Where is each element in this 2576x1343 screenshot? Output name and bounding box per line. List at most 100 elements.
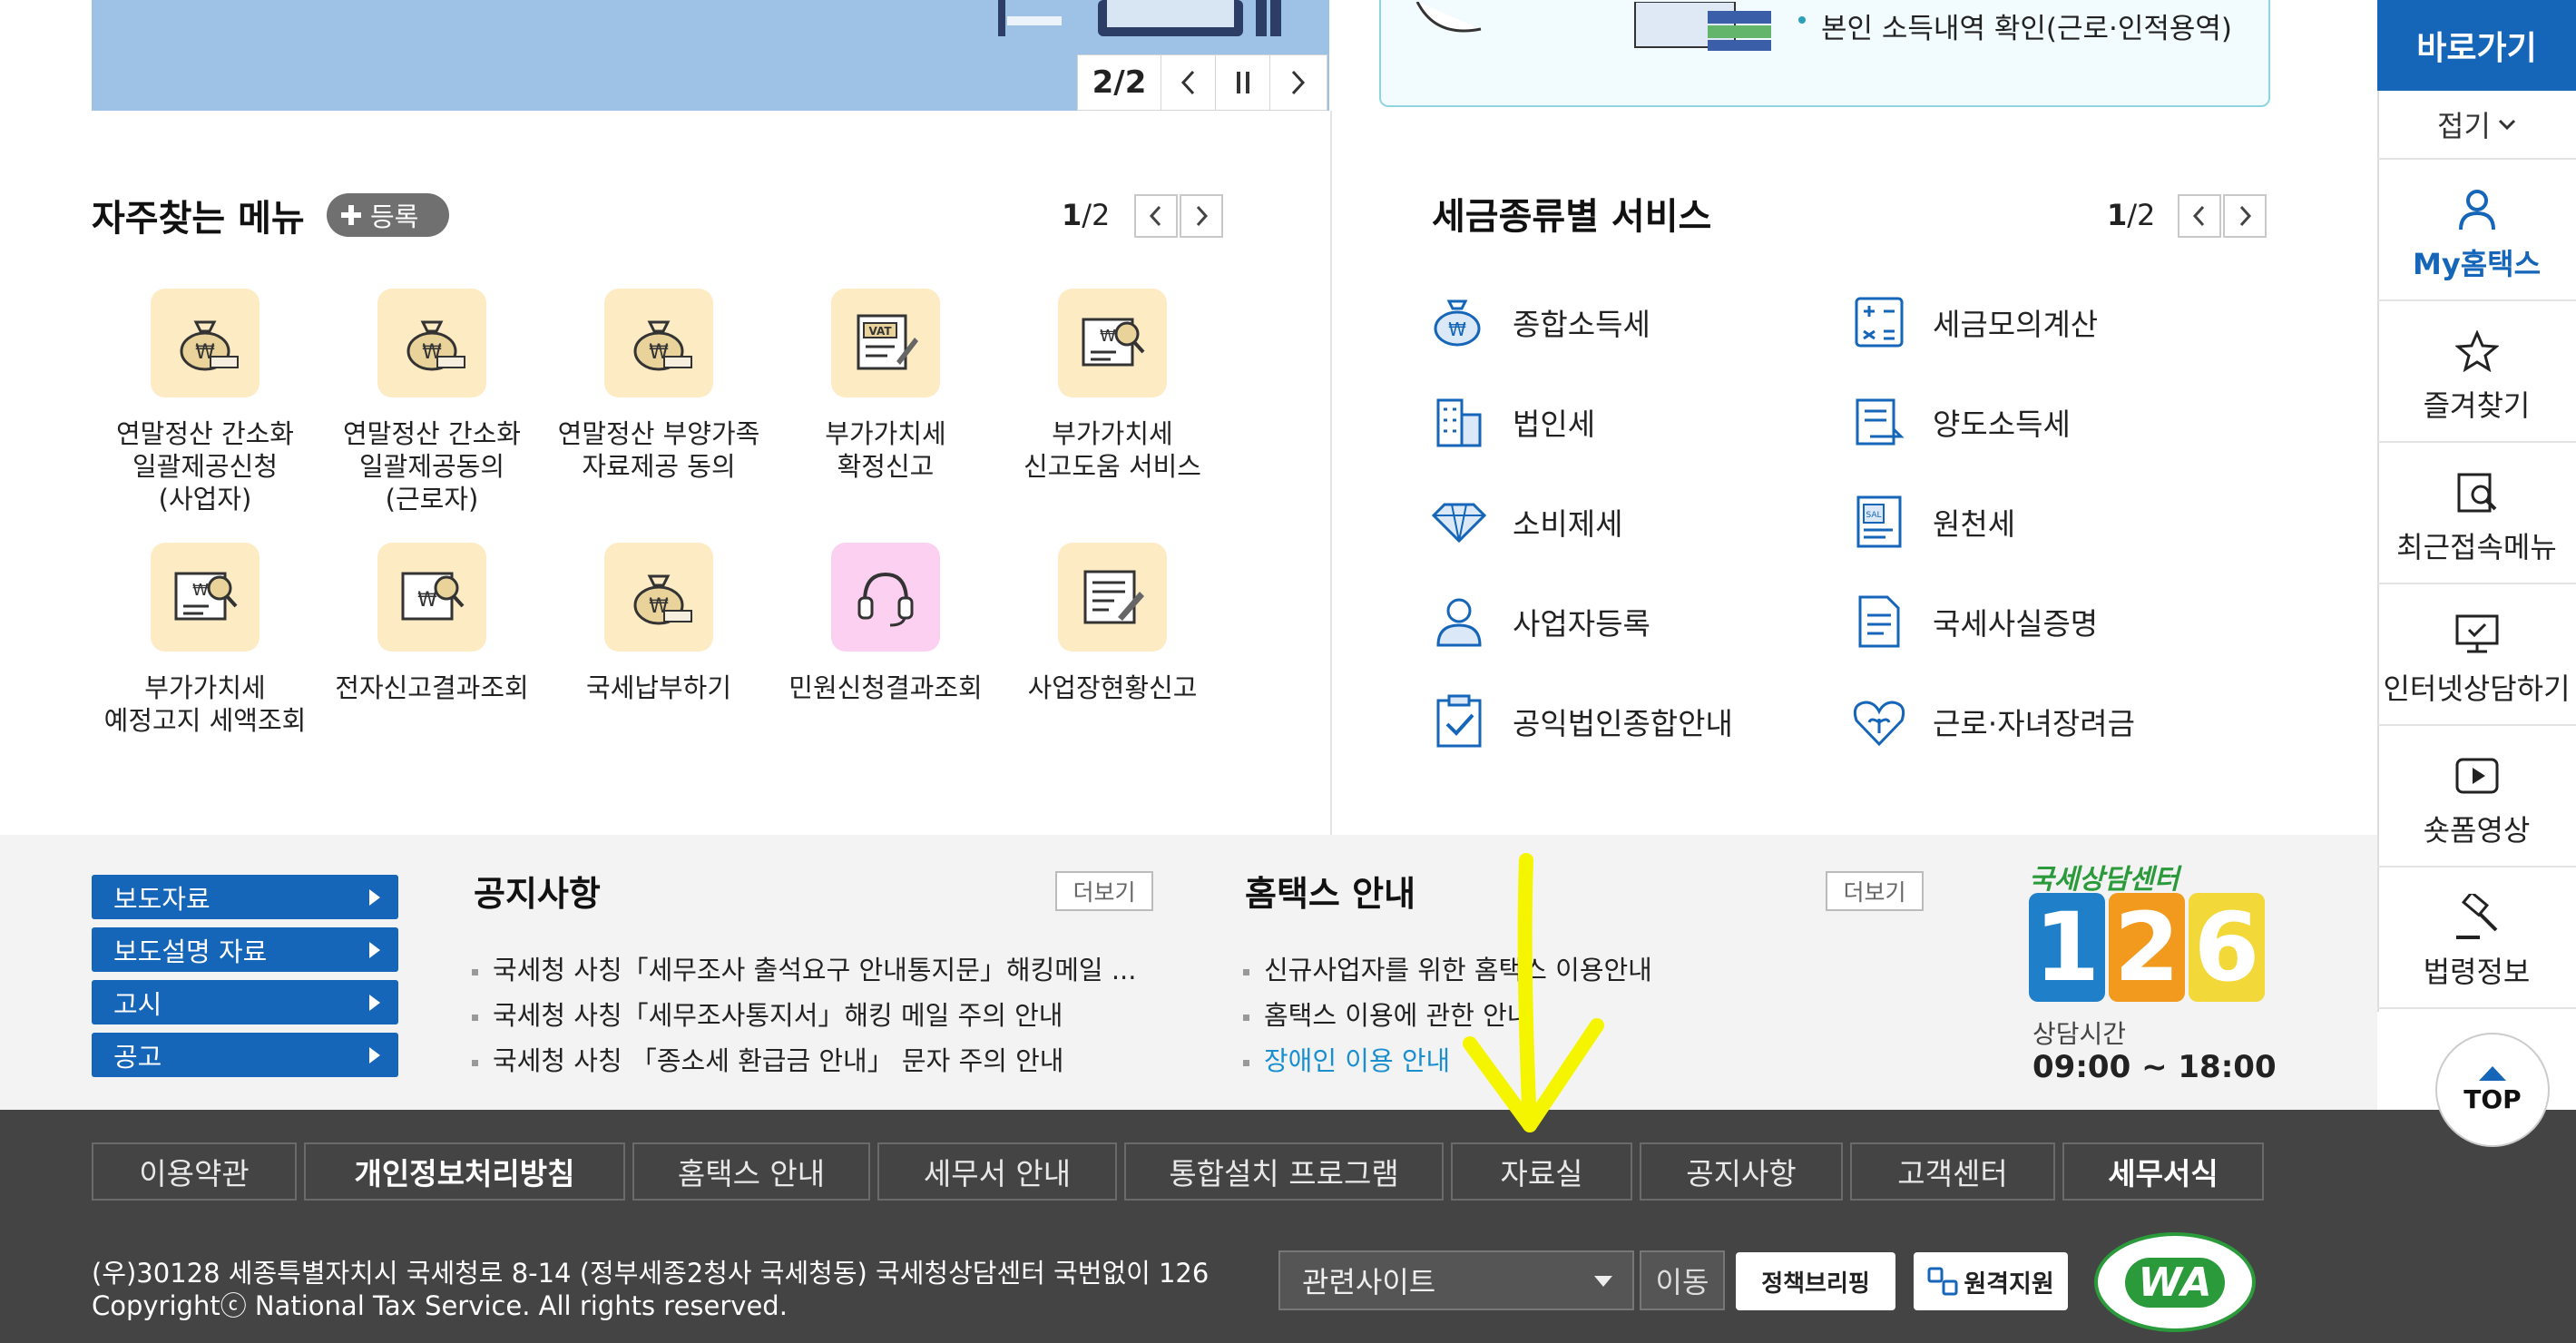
- svg-text:₩: ₩: [192, 581, 209, 600]
- tax-service-label: 법인세: [1513, 407, 1596, 442]
- banner-pause-button[interactable]: [1216, 55, 1270, 110]
- quick-bar-title: 바로가기: [2377, 0, 2576, 91]
- press-release-link[interactable]: 보도자료: [92, 875, 398, 919]
- frequent-menu-item[interactable]: ₩ 연말정산 부양가족 자료제공 동의: [550, 289, 768, 483]
- footer-nav-terms[interactable]: 이용약관: [92, 1142, 297, 1201]
- tax-services-title: 세금종류별 서비스: [1432, 196, 1712, 238]
- caret-right-icon: [369, 1047, 380, 1064]
- quick-short-video[interactable]: 숏폼영상: [2377, 726, 2576, 868]
- tax-service-item[interactable]: 사업자등록: [1427, 590, 1650, 653]
- related-site-go-button[interactable]: 이동: [1640, 1250, 1725, 1310]
- star-icon: [2453, 327, 2502, 376]
- salary-document-icon: SAL: [1847, 490, 1911, 554]
- quick-my-hometax[interactable]: My홈택스: [2377, 160, 2576, 301]
- frequent-menu-item[interactable]: 민원신청결과조회: [777, 543, 994, 704]
- announcement-link[interactable]: 공고: [92, 1033, 398, 1077]
- quick-bar-collapse-button[interactable]: 접기: [2377, 91, 2576, 160]
- frequent-menu-item[interactable]: ₩ 연말정산 간소화 일괄제공신청 (사업자): [96, 289, 314, 515]
- notification-link[interactable]: 고시: [92, 980, 398, 1024]
- tax-services-next-button[interactable]: [2223, 194, 2267, 238]
- remote-support-button[interactable]: 원격지원: [1914, 1252, 2068, 1310]
- money-bag-icon: ₩: [377, 289, 486, 397]
- tax-service-item[interactable]: 양도소득세: [1847, 390, 2071, 454]
- money-bag-icon: ₩: [604, 289, 713, 397]
- frequent-menu-page: 1/2: [1062, 198, 1110, 232]
- banner-prev-button[interactable]: [1161, 55, 1216, 110]
- frequent-menu-item[interactable]: ₩ 전자신고결과조회: [323, 543, 541, 704]
- frequent-menu-item[interactable]: 사업장현황신고: [1004, 543, 1221, 704]
- call-center-number[interactable]: 1 2 6 126: [2029, 893, 2268, 1002]
- chevron-left-icon: [1180, 70, 1194, 95]
- notices-more-button[interactable]: 더보기: [1055, 871, 1153, 911]
- vat-document-icon: VAT: [831, 289, 940, 397]
- tax-service-item[interactable]: 세금모의계산: [1847, 290, 2098, 354]
- quick-online-consult[interactable]: 인터넷상담하기: [2377, 584, 2576, 726]
- frequent-menu-next-button[interactable]: [1180, 194, 1223, 238]
- frequent-menu-label: 국세납부하기: [585, 672, 732, 703]
- footer-nav-customer-center[interactable]: 고객센터: [1850, 1142, 2055, 1201]
- frequent-menu-item[interactable]: ₩ 국세납부하기: [550, 543, 768, 704]
- banner-next-button[interactable]: [1270, 55, 1325, 110]
- scroll-top-button[interactable]: TOP: [2435, 1033, 2550, 1147]
- frequent-menu-item[interactable]: ₩ 부가가치세 예정고지 세액조회: [96, 543, 314, 737]
- notice-item[interactable]: 국세청 사칭「세무조사 출석요구 안내통지문」해킹메일 ...: [472, 949, 1137, 987]
- headset-icon: [831, 543, 940, 652]
- footer-nav-tax-forms[interactable]: 세무서식: [2062, 1142, 2264, 1201]
- notice-text: 국세청 사칭「세무조사 출석요구 안내통지문」해킹메일 ...: [493, 955, 1137, 985]
- gavel-icon: [2453, 893, 2502, 942]
- press-explanation-link[interactable]: 보도설명 자료: [92, 927, 398, 972]
- tax-service-item[interactable]: 근로·자녀장려금: [1847, 690, 2135, 753]
- chevron-down-icon: [2498, 119, 2515, 130]
- notice-item[interactable]: 국세청 사칭「세무조사통지서」해킹 메일 주의 안내: [472, 995, 1063, 1033]
- chevron-left-icon: [1149, 205, 1161, 227]
- tax-service-label: 국세사실증명: [1933, 606, 2099, 642]
- quick-law-info[interactable]: 법령정보: [2377, 868, 2576, 1009]
- tax-services-prev-button[interactable]: [2178, 194, 2221, 238]
- remote-support-icon: [1927, 1267, 1958, 1296]
- tax-service-item[interactable]: ₩ 종합소득세: [1427, 290, 1650, 354]
- footer-nav-hometax-guide[interactable]: 홈택스 안내: [632, 1142, 870, 1201]
- tax-service-item[interactable]: 소비제세: [1427, 490, 1622, 554]
- footer-nav-install-program[interactable]: 통합설치 프로그램: [1124, 1142, 1444, 1201]
- frequent-menu-prev-button[interactable]: [1134, 194, 1178, 238]
- recent-document-icon: [2453, 468, 2502, 517]
- income-check-banner[interactable]: 본인 소득내역 확인(근로·인적용역): [1379, 0, 2270, 107]
- quick-law-info-label: 법령정보: [2423, 955, 2531, 989]
- frequent-menu-item[interactable]: ₩ 부가가치세 신고도움 서비스: [1004, 289, 1221, 483]
- caret-right-icon: [369, 995, 380, 1011]
- svg-text:SAL: SAL: [1866, 511, 1881, 520]
- footer-nav-privacy[interactable]: 개인정보처리방침: [304, 1142, 625, 1201]
- guide-item[interactable]: 장애인 이용 안내: [1243, 1040, 1450, 1078]
- monitor-icon: [2453, 610, 2502, 659]
- quick-my-hometax-label: My홈택스: [2412, 247, 2542, 281]
- tax-service-item[interactable]: 법인세: [1427, 390, 1595, 454]
- register-button[interactable]: 등록: [327, 193, 449, 237]
- tax-service-item[interactable]: 공익법인종합안내: [1427, 690, 1733, 753]
- footer-nav-notices[interactable]: 공지사항: [1640, 1142, 1843, 1201]
- frequent-menu-item[interactable]: ₩ 연말정산 간소화 일괄제공동의 (근로자): [323, 289, 541, 515]
- footer-nav-tax-office[interactable]: 세무서 안내: [877, 1142, 1117, 1201]
- user-icon: [2453, 185, 2502, 234]
- money-bag-icon: ₩: [151, 289, 260, 397]
- policy-briefing-link[interactable]: 정책브리핑: [1736, 1252, 1895, 1310]
- quick-favorites[interactable]: 즐겨찾기: [2377, 301, 2576, 443]
- frequent-menu-item[interactable]: VAT 부가가치세 확정신고: [777, 289, 994, 483]
- caret-right-icon: [369, 942, 380, 958]
- web-accessibility-mark[interactable]: WA: [2094, 1232, 2256, 1332]
- related-site-value: 관련사이트: [1302, 1265, 1436, 1299]
- tax-service-label: 세금모의계산: [1933, 307, 2099, 342]
- bullet-icon: [1243, 1014, 1249, 1021]
- hometax-guide-more-button[interactable]: 더보기: [1826, 871, 1924, 911]
- bullet-icon: [472, 968, 478, 975]
- quick-recent-menu[interactable]: 최근접속메뉴: [2377, 443, 2576, 584]
- notice-item[interactable]: 국세청 사칭 「종소세 환급금 안내」 문자 주의 안내: [472, 1040, 1063, 1078]
- pause-icon: [1236, 72, 1249, 93]
- tax-service-item[interactable]: 국세사실증명: [1847, 590, 2098, 653]
- related-site-select[interactable]: 관련사이트: [1278, 1250, 1634, 1310]
- tax-service-item[interactable]: SAL 원천세: [1847, 490, 2015, 554]
- diamond-icon: [1427, 490, 1491, 554]
- tax-service-label: 공익법인종합안내: [1513, 706, 1733, 741]
- tax-service-label: 소비제세: [1513, 506, 1623, 542]
- frequent-menu-label: 연말정산 간소화 일괄제공동의 (근로자): [343, 418, 521, 515]
- column-divider: [1330, 111, 1332, 835]
